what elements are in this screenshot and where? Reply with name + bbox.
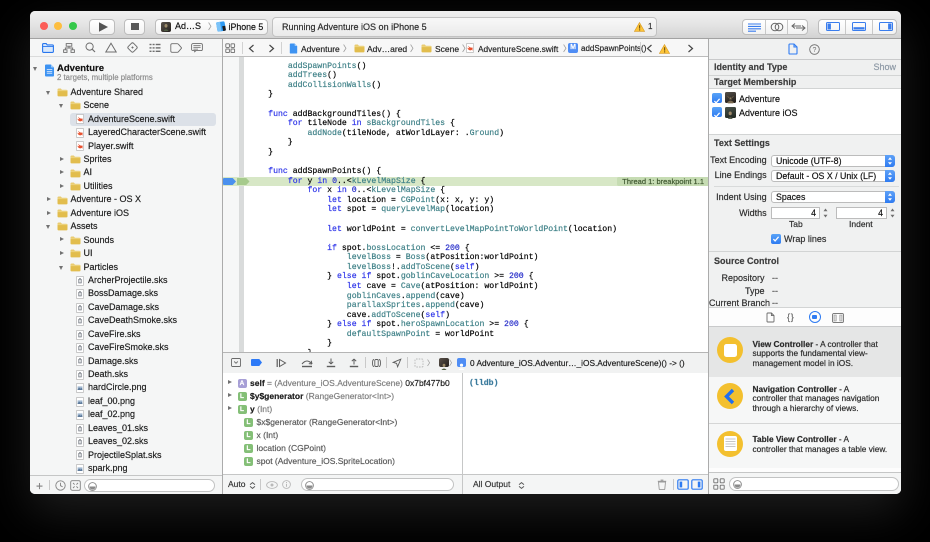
svg-text:?: ?: [813, 47, 817, 54]
